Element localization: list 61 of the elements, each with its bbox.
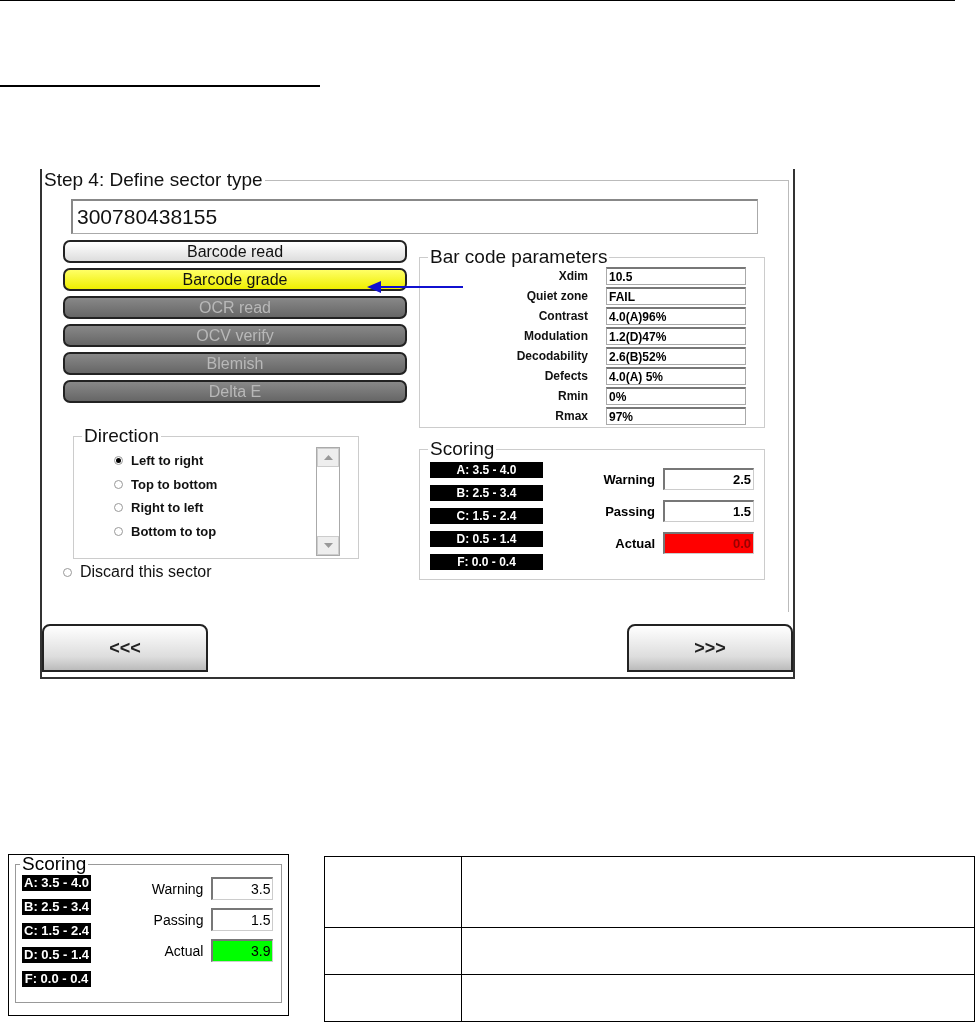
grade-range: B: 2.5 - 3.4: [22, 899, 92, 915]
threshold-value: 0.0: [663, 532, 754, 554]
threshold-value: 1.5: [663, 500, 754, 522]
radio-button[interactable]: [114, 526, 123, 536]
radio-button[interactable]: [114, 456, 123, 466]
parameter-value: 10.5: [606, 267, 746, 285]
parameter-value: 4.0(A) 5%: [606, 367, 746, 385]
code-field[interactable]: 300780438155: [71, 199, 758, 234]
threshold-value: 3.9: [211, 939, 274, 962]
sector-type-button[interactable]: Barcode grade: [63, 268, 407, 291]
parameter-label: Defects: [543, 369, 589, 383]
direction-option[interactable]: Top to bottom: [131, 476, 218, 492]
parameter-label: Decodability: [515, 349, 589, 363]
parameter-value: 4.0(A)96%: [606, 307, 746, 325]
grade-range: A: 3.5 - 4.0: [22, 875, 92, 891]
grade-range: A: 3.5 - 4.0: [430, 462, 543, 478]
parameter-label: Quiet zone: [525, 289, 589, 303]
radio-button[interactable]: [114, 479, 123, 489]
direction-option[interactable]: Right to left: [131, 500, 204, 516]
step-title: Step 4: Define sector type: [43, 169, 264, 191]
discard-option[interactable]: Discard this sector: [80, 563, 212, 581]
threshold-label: Passing: [152, 911, 205, 928]
parameter-label: Rmin: [557, 389, 589, 403]
threshold-value: 1.5: [211, 908, 274, 931]
parameter-value: 2.6(B)52%: [606, 347, 746, 365]
threshold-label: Warning: [602, 471, 656, 487]
parameters-title: Bar code parameters: [429, 248, 609, 266]
parameter-value: 1.2(D)47%: [606, 327, 746, 345]
back-button[interactable]: <<<: [42, 624, 208, 672]
threshold-value: 2.5: [663, 468, 754, 490]
scroll-down-icon[interactable]: [317, 536, 339, 555]
radio-button[interactable]: [114, 503, 123, 513]
grade-range: C: 1.5 - 2.4: [22, 923, 92, 939]
parameter-value: FAIL: [606, 287, 746, 305]
grade-range: D: 0.5 - 1.4: [22, 947, 92, 963]
grade-range: D: 0.5 - 1.4: [430, 531, 543, 547]
parameter-value: 97%: [606, 407, 746, 425]
parameter-label: Rmax: [554, 409, 589, 423]
sector-type-button[interactable]: Barcode read: [63, 240, 407, 263]
radio-button[interactable]: [63, 567, 72, 577]
grade-range: B: 2.5 - 3.4: [430, 485, 543, 501]
scoring-title: Scoring: [429, 440, 496, 458]
next-button[interactable]: >>>: [627, 624, 793, 672]
direction-option[interactable]: Left to right: [131, 453, 204, 469]
threshold-label: Warning: [150, 880, 205, 897]
parameter-value: 0%: [606, 387, 746, 405]
threshold-label: Passing: [604, 503, 656, 519]
grade-range: C: 1.5 - 2.4: [430, 508, 543, 524]
scoring-title: Scoring: [21, 855, 88, 873]
scroll-up-icon[interactable]: [317, 448, 339, 467]
parameter-label: Xdim: [557, 269, 589, 283]
grade-range: F: 0.0 - 0.4: [430, 554, 543, 570]
direction-title: Direction: [83, 425, 160, 447]
threshold-label: Actual: [614, 535, 656, 551]
threshold-label: Actual: [163, 942, 205, 959]
parameter-label: Modulation: [523, 329, 589, 343]
grade-range: F: 0.0 - 0.4: [22, 971, 92, 987]
scrollbar[interactable]: [316, 447, 340, 556]
direction-option[interactable]: Bottom to top: [131, 523, 217, 539]
threshold-value: 3.5: [211, 877, 274, 900]
parameter-label: Contrast: [537, 309, 589, 323]
